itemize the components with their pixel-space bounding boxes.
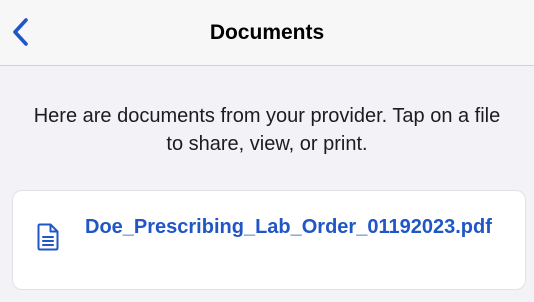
file-name-link[interactable]: Doe_Prescribing_Lab_Order_01192023.pdf xyxy=(85,213,505,241)
intro-text: Here are documents from your provider. T… xyxy=(33,105,501,155)
navigation-bar: Documents xyxy=(0,0,534,66)
page-title: Documents xyxy=(209,21,325,44)
document-icon xyxy=(37,223,59,251)
file-list-item[interactable]: Doe_Prescribing_Lab_Order_01192023.pdf xyxy=(12,190,526,290)
